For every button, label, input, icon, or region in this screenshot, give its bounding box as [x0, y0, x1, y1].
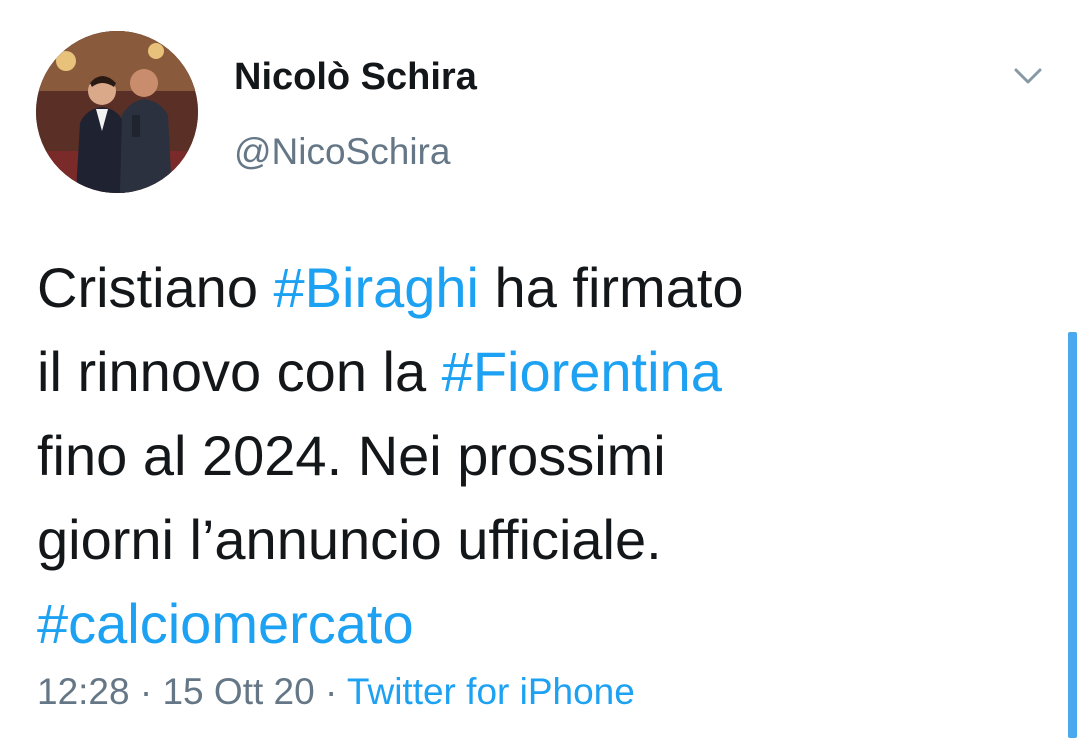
- scrollbar[interactable]: [1068, 332, 1077, 738]
- tweet-text-line: il rinnovo con la #Fiorentina: [37, 330, 1037, 414]
- avatar-photo: [36, 31, 198, 193]
- meta-separator: ·: [314, 671, 347, 712]
- chevron-down-icon[interactable]: [1006, 58, 1050, 94]
- tweet-text-segment: il rinnovo con la: [37, 340, 442, 403]
- tweet-text-line: giorni l’annuncio ufficiale.: [37, 508, 662, 571]
- tweet-meta: 12:28 · 15 Ott 20 · Twitter for iPhone: [37, 671, 635, 713]
- hashtag-fiorentina[interactable]: #Fiorentina: [442, 340, 722, 403]
- avatar[interactable]: [36, 31, 198, 193]
- tweet-source-link[interactable]: Twitter for iPhone: [347, 671, 635, 712]
- tweet-card: Nicolò Schira @NicoSchira Cristiano #Bir…: [0, 0, 1080, 738]
- hashtag-calciomercato[interactable]: #calciomercato: [37, 592, 414, 655]
- tweet-text: Cristiano #Biraghi ha firmato il rinnovo…: [37, 246, 1037, 666]
- author-display-name[interactable]: Nicolò Schira: [234, 56, 477, 99]
- tweet-text-line: Cristiano #Biraghi ha firmato: [37, 246, 1037, 330]
- meta-separator: ·: [129, 671, 163, 712]
- tweet-text-line: #calciomercato: [37, 582, 1037, 666]
- hashtag-biraghi[interactable]: #Biraghi: [274, 256, 479, 319]
- tweet-text-segment: Cristiano: [37, 256, 274, 319]
- tweet-text-segment: ha firmato: [479, 256, 744, 319]
- author-handle[interactable]: @NicoSchira: [234, 131, 450, 173]
- tweet-text-line: fino al 2024. Nei prossimi: [37, 424, 666, 487]
- tweet-time: 12:28: [37, 671, 130, 712]
- tweet-date: 15 Ott 20: [162, 671, 315, 712]
